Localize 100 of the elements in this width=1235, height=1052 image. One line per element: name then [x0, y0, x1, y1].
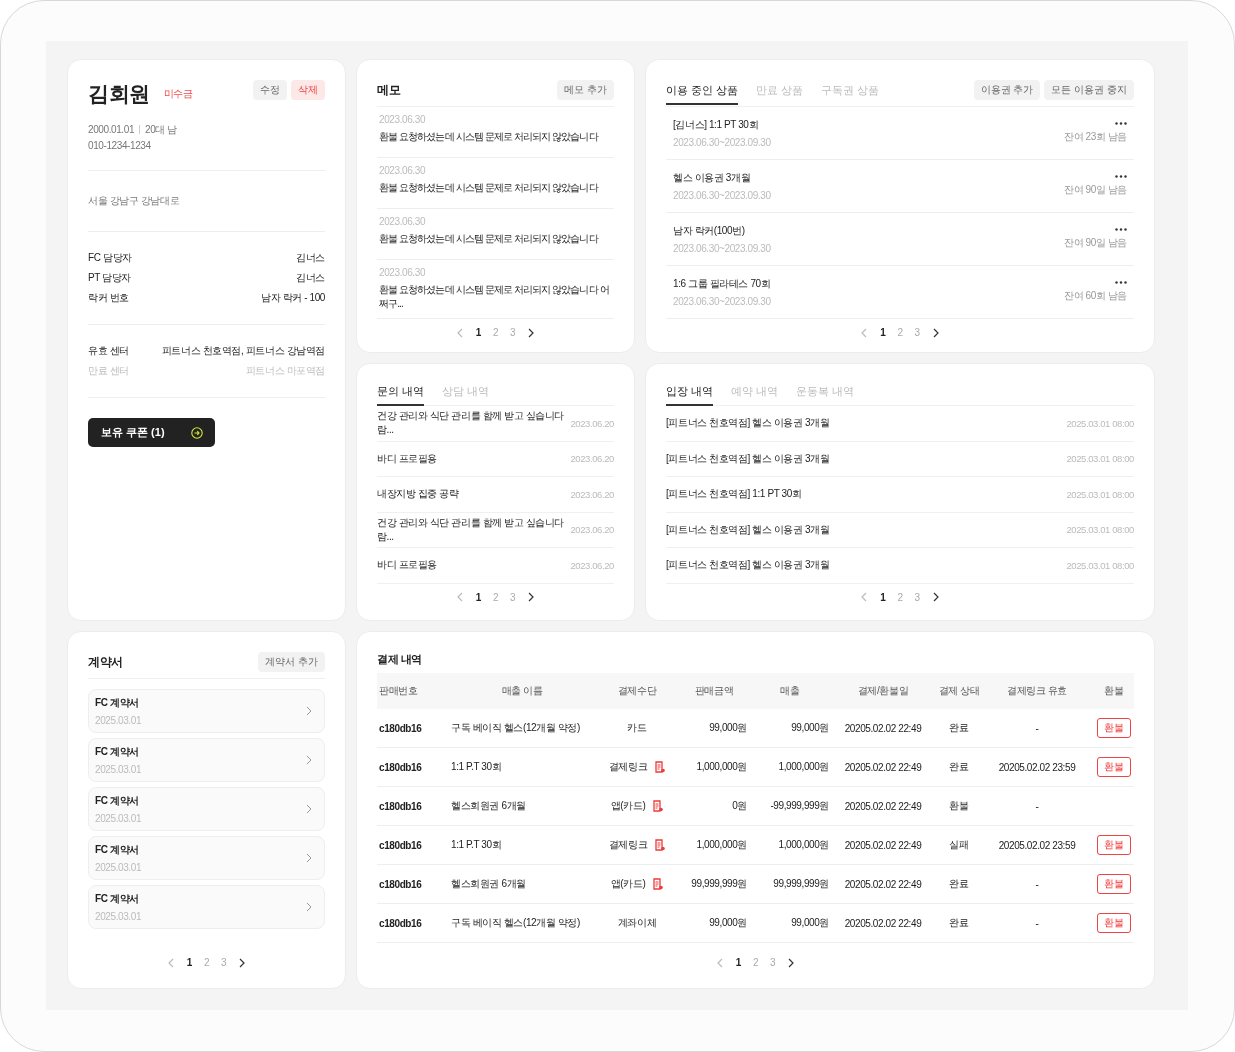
table-cell-text: 1:1 P.T 30회 — [450, 838, 503, 852]
table-cell-text: 99,999,999원 — [772, 877, 830, 891]
coupon-button[interactable]: 보유 쿠폰 (1) — [88, 418, 215, 447]
entry-datetime: 2025.03.01 08:00 — [1066, 559, 1134, 571]
more-icon[interactable] — [1115, 281, 1127, 284]
table-cell-text: - — [1034, 878, 1040, 890]
contract-item[interactable]: FC 계약서 2025.03.01 — [88, 689, 325, 733]
table-cell-text: 완료 — [948, 877, 970, 891]
table-cell-text: -99,999,999원 — [769, 799, 830, 813]
refund-button[interactable]: 환불 — [1097, 913, 1131, 933]
table-cell-text: c180db16 — [378, 917, 423, 929]
column-header: 환불 — [1103, 684, 1125, 698]
entry-datetime: 2025.03.01 08:00 — [1066, 488, 1134, 500]
table-cell-text: 20205.02.02 22:49 — [843, 722, 923, 734]
field-label: 락커 번호 — [88, 291, 129, 305]
edit-button[interactable]: 수정 — [253, 80, 287, 100]
memo-text: 환불 요청하셨는데 시스템 문제로 처리되지 않았습니다 — [379, 130, 600, 144]
table-cell-text: 20205.02.02 22:49 — [843, 761, 923, 773]
page-number[interactable]: 1 — [880, 591, 886, 603]
table-cell-text: c180db16 — [378, 722, 423, 734]
chevron-right-icon — [306, 853, 312, 863]
table-cell-text: 완료 — [948, 721, 970, 735]
refund-button[interactable]: 환불 — [1097, 757, 1131, 777]
table-cell-text: 20205.02.02 23:59 — [997, 761, 1077, 773]
table-cell-text: c180db16 — [378, 800, 423, 812]
inquiry-title[interactable]: 바디 프로필용 — [377, 451, 437, 466]
field-value: 피트너스 천호역점, 피트너스 강남역점 — [161, 344, 325, 358]
table-cell-text: 20205.02.02 22:49 — [843, 917, 923, 929]
memo-date: 2023.06.30 — [379, 267, 427, 278]
remaining-text: 잔여 90일 남음 — [1063, 183, 1127, 197]
inquiry-date: 2023.06.20 — [570, 559, 614, 571]
inquiry-title[interactable]: 바디 프로필용 — [377, 558, 437, 573]
field-label: FC 담당자 — [88, 251, 132, 265]
product-period: 2023.06.30~2023.09.30 — [673, 190, 771, 201]
table-cell-text: 1,000,000원 — [777, 838, 830, 852]
entry-datetime: 2025.03.01 08:00 — [1066, 524, 1134, 536]
chevron-right-icon[interactable] — [931, 327, 939, 338]
refund-button[interactable]: 환불 — [1097, 718, 1131, 738]
page-number[interactable]: 1 — [475, 327, 481, 338]
table-cell-text: 99,000원 — [708, 916, 748, 930]
receipt-icon[interactable] — [653, 800, 664, 812]
card-title: 결제 내역 — [377, 652, 424, 667]
page-number[interactable]: 1 — [880, 327, 886, 338]
table-cell-text: c180db16 — [378, 839, 423, 851]
delete-button[interactable]: 삭제 — [291, 80, 325, 100]
column-header: 결제 상태 — [937, 684, 981, 698]
refund-button[interactable]: 환불 — [1097, 874, 1131, 894]
chevron-right-icon[interactable] — [787, 957, 795, 968]
table-cell: 앱(카드) — [610, 799, 646, 813]
chevron-right-icon[interactable] — [931, 592, 939, 602]
inquiry-title[interactable]: 내장지방 집중 공략 — [377, 487, 459, 502]
more-icon[interactable] — [1115, 228, 1127, 231]
tab[interactable]: 이용 중인 상품 — [666, 82, 739, 105]
receipt-icon[interactable] — [655, 761, 666, 773]
table-cell-text: 실패 — [948, 838, 970, 852]
arrow-circle-icon — [190, 426, 203, 439]
column-header: 판매번호 — [378, 684, 419, 698]
tab[interactable]: 입장 내역 — [666, 384, 714, 406]
inquiry-title[interactable]: 건강 관리와 식단 관리를 함께 받고 싶습니다람... — [377, 409, 571, 438]
table-cell-text: 20205.02.02 23:59 — [997, 839, 1077, 851]
inquiry-title[interactable]: 건강 관리와 식단 관리를 함께 받고 싶습니다람... — [377, 515, 571, 544]
more-icon[interactable] — [1115, 122, 1127, 125]
chevron-right-icon[interactable] — [527, 327, 535, 338]
entry-title: [피트너스 천호역점] 1:1 PT 30회 — [666, 487, 802, 502]
memo-date: 2023.06.30 — [379, 216, 427, 227]
contract-item[interactable]: FC 계약서 2025.03.01 — [88, 836, 325, 880]
contract-item[interactable]: FC 계약서 2025.03.01 — [88, 787, 325, 831]
contract-item[interactable]: FC 계약서 2025.03.01 — [88, 885, 325, 929]
remaining-text: 잔여 23회 남음 — [1063, 130, 1127, 144]
page-number[interactable]: 1 — [186, 957, 192, 968]
tab[interactable]: 문의 내역 — [377, 384, 425, 406]
table-cell-text: 1,000,000원 — [695, 760, 748, 774]
refund-button[interactable]: 환불 — [1097, 835, 1131, 855]
table-cell: 계좌이체 — [617, 916, 657, 930]
inquiry-date: 2023.06.20 — [570, 524, 614, 536]
page-number[interactable]: 1 — [735, 957, 741, 968]
chevron-right-icon[interactable] — [238, 957, 246, 968]
table-cell-text: 20205.02.02 22:49 — [843, 800, 923, 812]
receipt-icon[interactable] — [653, 878, 664, 890]
field-label: 유효 센터 — [88, 344, 129, 358]
chevron-right-icon[interactable] — [527, 592, 535, 602]
table-cell-text: 99,000원 — [708, 721, 748, 735]
inquiry-date: 2023.06.20 — [570, 417, 614, 429]
ticket-button[interactable]: 이용권 추가 — [973, 80, 1041, 100]
table-cell: 결제링크 — [608, 838, 648, 852]
add-memo-button[interactable]: 메모 추가 — [557, 80, 614, 100]
entry-datetime: 2025.03.01 08:00 — [1066, 417, 1134, 429]
table-cell-text: - — [1034, 917, 1040, 929]
more-icon[interactable] — [1115, 175, 1127, 178]
add-contract-button[interactable]: 계약서 추가 — [258, 652, 325, 672]
memo-date: 2023.06.30 — [379, 165, 427, 176]
page-number[interactable]: 1 — [475, 591, 481, 603]
product-name: 1:6 그룹 필라테스 70회 — [673, 277, 771, 291]
ticket-button[interactable]: 모든 이용권 중지 — [1044, 80, 1134, 100]
column-header: 결제/환불일 — [856, 684, 910, 698]
receipt-icon[interactable] — [655, 839, 666, 851]
phone-number: 010-1234-1234 — [88, 139, 152, 153]
contract-item[interactable]: FC 계약서 2025.03.01 — [88, 738, 325, 782]
product-name: 남자 락커(100번) — [673, 224, 746, 238]
table-cell: 결제링크 — [608, 760, 648, 774]
